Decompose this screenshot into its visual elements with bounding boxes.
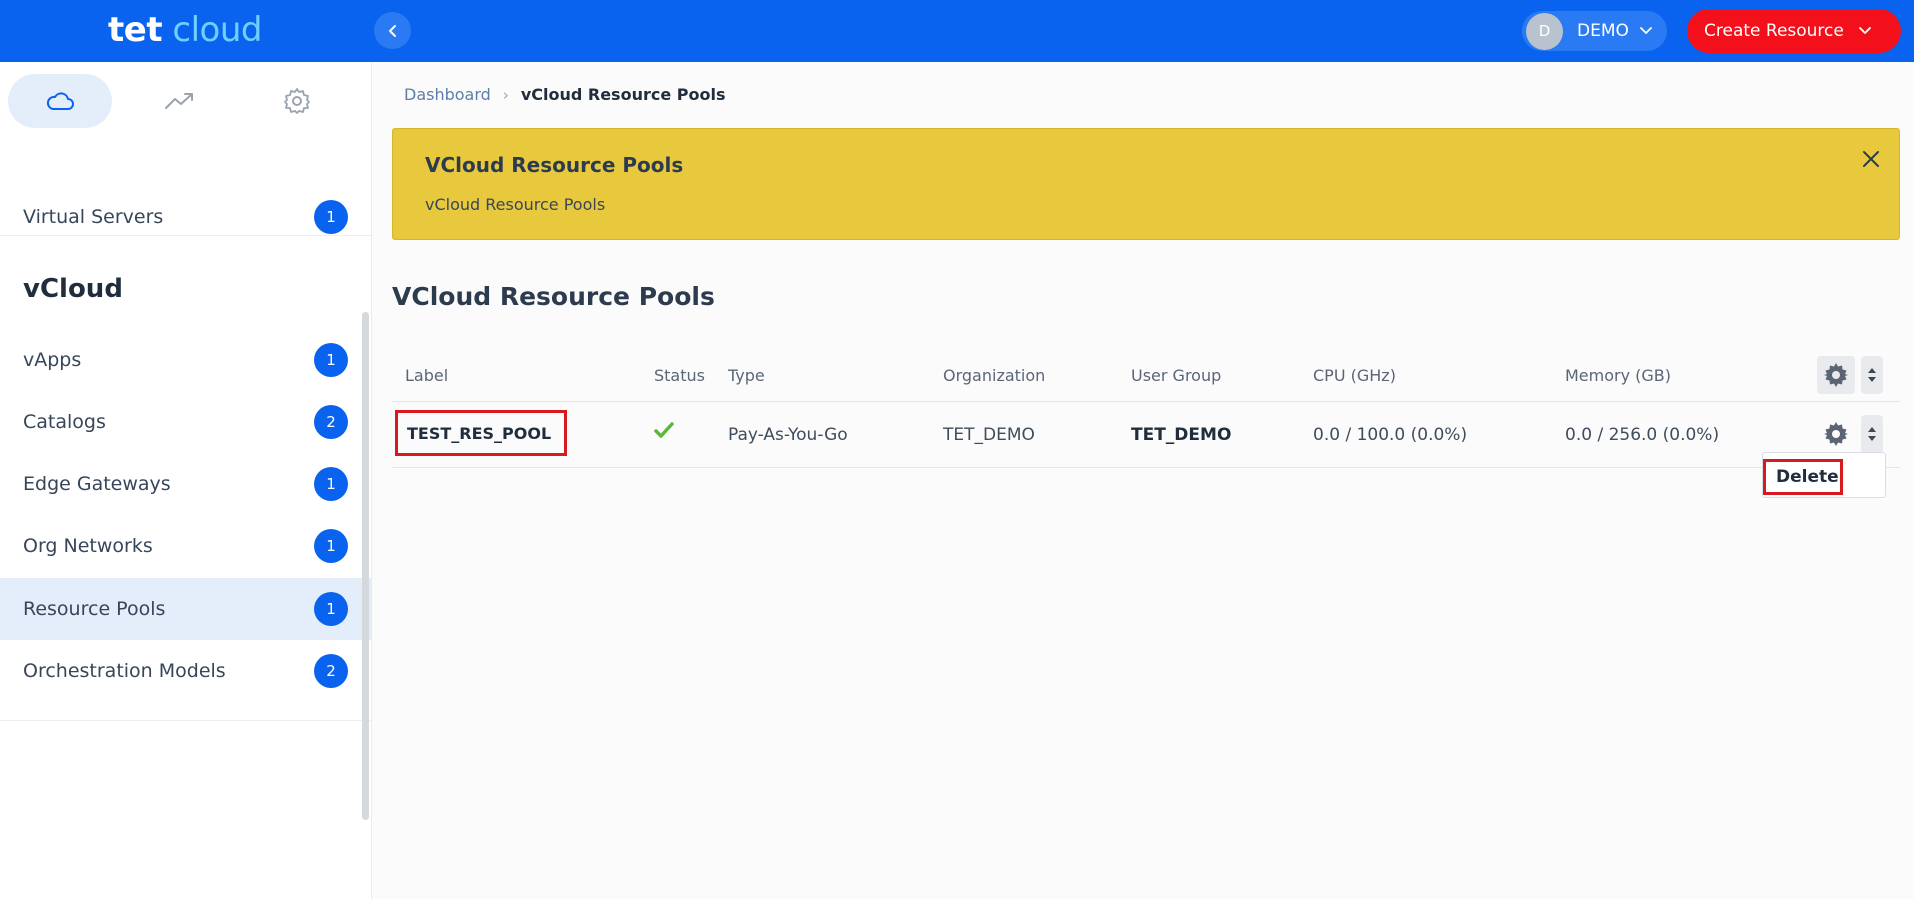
sidebar-item-label: Virtual Servers bbox=[23, 206, 164, 228]
check-icon bbox=[654, 422, 674, 438]
collapse-sidebar-button[interactable] bbox=[374, 12, 411, 49]
tab-cloud[interactable] bbox=[8, 74, 112, 128]
column-header-memory[interactable]: Memory (GB) bbox=[1565, 366, 1671, 385]
count-badge: 1 bbox=[314, 200, 348, 234]
gear-icon bbox=[1824, 363, 1848, 387]
breadcrumb: Dashboard › vCloud Resource Pools bbox=[404, 85, 725, 104]
chevron-left-icon bbox=[388, 24, 396, 37]
user-group-link[interactable]: TET_DEMO bbox=[1131, 425, 1231, 445]
sidebar-item-label: Orchestration Models bbox=[23, 660, 226, 682]
table-header: Label Status Type Organization User Grou… bbox=[392, 350, 1900, 402]
sort-icon bbox=[1868, 368, 1876, 382]
count-badge: 1 bbox=[314, 343, 348, 377]
count-badge: 2 bbox=[314, 654, 348, 688]
tab-analytics[interactable] bbox=[127, 74, 231, 128]
memory-cell: 0.0 / 256.0 (0.0%) bbox=[1565, 425, 1720, 445]
divider bbox=[0, 720, 371, 721]
row-menu-toggle[interactable] bbox=[1861, 415, 1883, 453]
divider bbox=[0, 235, 371, 236]
table-row: TEST_RES_POOL Pay-As-You-Go TET_DEMO TET… bbox=[392, 403, 1900, 468]
breadcrumb-dashboard-link[interactable]: Dashboard bbox=[404, 85, 491, 104]
sidebar-item-label: Resource Pools bbox=[23, 598, 166, 620]
page-title: VCloud Resource Pools bbox=[392, 282, 715, 311]
create-resource-label: Create Resource bbox=[1704, 21, 1844, 41]
sidebar-item-orchestration-models[interactable]: Orchestration Models 2 bbox=[0, 640, 371, 702]
resource-pool-label-link[interactable]: TEST_RES_POOL bbox=[395, 410, 567, 456]
logo-part-tet: tet bbox=[108, 10, 163, 50]
table-settings-button[interactable] bbox=[1817, 356, 1855, 394]
column-header-type[interactable]: Type bbox=[728, 366, 765, 385]
banner-text: vCloud Resource Pools bbox=[425, 195, 606, 214]
sidebar-item-virtual-servers[interactable]: Virtual Servers 1 bbox=[0, 186, 371, 248]
status-cell bbox=[654, 421, 674, 444]
sidebar: Virtual Servers 1 vCloud vApps 1 Catalog… bbox=[0, 62, 372, 899]
sidebar-item-vapps[interactable]: vApps 1 bbox=[0, 329, 371, 391]
sidebar-item-catalogs[interactable]: Catalogs 2 bbox=[0, 391, 371, 453]
top-bar: tet cloud D DEMO Create Resource bbox=[0, 0, 1914, 62]
sidebar-item-org-networks[interactable]: Org Networks 1 bbox=[0, 515, 371, 577]
cloud-icon bbox=[46, 92, 74, 110]
chevron-down-icon bbox=[1639, 27, 1652, 34]
sort-toggle-button[interactable] bbox=[1861, 356, 1883, 394]
count-badge: 1 bbox=[314, 592, 348, 626]
count-badge: 1 bbox=[314, 529, 348, 563]
logo-part-cloud: cloud bbox=[172, 10, 262, 50]
sidebar-item-resource-pools[interactable]: Resource Pools 1 bbox=[0, 578, 371, 640]
type-cell: Pay-As-You-Go bbox=[728, 425, 848, 445]
column-header-user-group[interactable]: User Group bbox=[1131, 366, 1221, 385]
count-badge: 2 bbox=[314, 405, 348, 439]
column-header-organization[interactable]: Organization bbox=[943, 366, 1045, 385]
avatar: D bbox=[1526, 12, 1563, 50]
create-resource-button[interactable]: Create Resource bbox=[1687, 9, 1901, 53]
gear-icon bbox=[1824, 422, 1848, 446]
column-header-cpu[interactable]: CPU (GHz) bbox=[1313, 366, 1396, 385]
tab-settings[interactable] bbox=[245, 74, 349, 128]
sidebar-item-label: Org Networks bbox=[23, 535, 153, 557]
cpu-cell: 0.0 / 100.0 (0.0%) bbox=[1313, 425, 1468, 445]
count-badge: 1 bbox=[314, 467, 348, 501]
breadcrumb-current: vCloud Resource Pools bbox=[520, 85, 726, 104]
sidebar-item-label: Edge Gateways bbox=[23, 473, 171, 495]
section-title-vcloud: vCloud bbox=[23, 274, 123, 304]
gear-icon bbox=[284, 88, 310, 114]
column-header-status[interactable]: Status bbox=[654, 366, 705, 385]
trending-up-icon bbox=[165, 93, 193, 109]
sidebar-item-edge-gateways[interactable]: Edge Gateways 1 bbox=[0, 453, 371, 515]
info-banner: VCloud Resource Pools vCloud Resource Po… bbox=[392, 128, 1900, 240]
chevron-down-icon bbox=[1858, 27, 1871, 34]
user-name: DEMO bbox=[1577, 21, 1629, 41]
column-header-label[interactable]: Label bbox=[405, 366, 448, 385]
close-icon bbox=[1863, 151, 1879, 167]
banner-close-button[interactable] bbox=[1857, 145, 1885, 173]
organization-cell: TET_DEMO bbox=[943, 425, 1035, 445]
sidebar-item-label: Catalogs bbox=[23, 411, 106, 433]
user-menu-button[interactable]: D DEMO bbox=[1522, 11, 1667, 51]
banner-title: VCloud Resource Pools bbox=[425, 153, 684, 177]
sort-icon bbox=[1868, 427, 1876, 441]
sidebar-item-label: vApps bbox=[23, 349, 82, 371]
delete-menu-item[interactable]: Delete bbox=[1763, 459, 1843, 495]
logo[interactable]: tet cloud bbox=[108, 10, 262, 50]
sidebar-scrollbar[interactable] bbox=[362, 312, 369, 820]
sidebar-tabs bbox=[0, 62, 371, 140]
chevron-right-icon: › bbox=[502, 85, 509, 104]
row-actions-button[interactable] bbox=[1817, 415, 1855, 453]
